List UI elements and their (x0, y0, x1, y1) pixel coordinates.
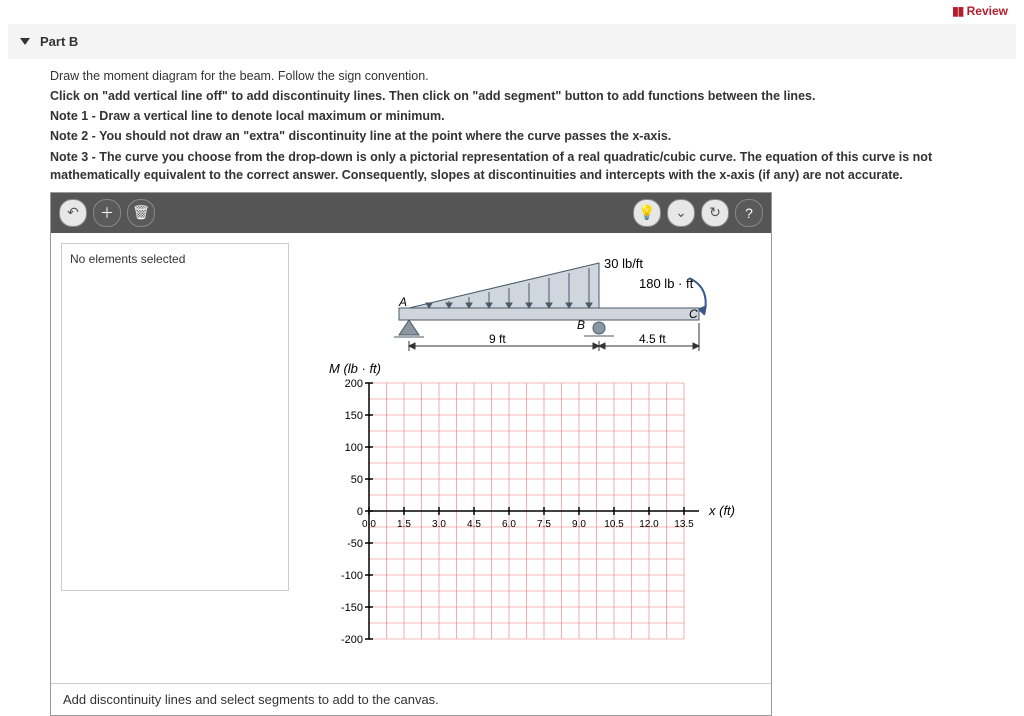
undo-button[interactable]: ↶ (59, 199, 87, 227)
svg-text:-200: -200 (341, 634, 363, 646)
label-a: A (398, 295, 407, 309)
selection-panel: No elements selected (61, 243, 289, 591)
svg-text:3.0: 3.0 (432, 519, 446, 530)
svg-text:4.5: 4.5 (467, 519, 481, 530)
delete-button[interactable]: 🗑 (127, 199, 155, 227)
span1-label: 9 ft (489, 332, 506, 346)
part-title: Part B (40, 34, 78, 49)
svg-text:150: 150 (345, 410, 363, 422)
svg-text:0.0: 0.0 (362, 519, 376, 530)
review-icon: ▮▮ (952, 4, 963, 18)
dropdown-button[interactable]: ⌄ (667, 199, 695, 227)
svg-text:7.5: 7.5 (537, 519, 551, 530)
part-header[interactable]: Part B (8, 24, 1016, 59)
collapse-icon (20, 38, 30, 45)
y-ticks: 200 150 100 50 0 -50 -100 -150 -200 (341, 378, 363, 646)
svg-text:13.5: 13.5 (674, 519, 694, 530)
svg-text:-150: -150 (341, 602, 363, 614)
span2-label: 4.5 ft (639, 332, 666, 346)
drawing-canvas: ↶ ＋ 🗑 💡 ⌄ ↻ ? No elements selected (50, 192, 772, 716)
svg-text:100: 100 (345, 442, 363, 454)
support-a (399, 320, 419, 335)
chart[interactable]: M (lb · ft) (329, 361, 735, 646)
selection-panel-text: No elements selected (70, 252, 185, 266)
svg-text:6.0: 6.0 (502, 519, 516, 530)
svg-text:9.0: 9.0 (572, 519, 586, 530)
load-triangle (409, 263, 599, 308)
y-axis-label: M (lb · ft) (329, 361, 381, 376)
hint-button[interactable]: 💡 (633, 199, 661, 227)
note-3: Note 3 - The curve you choose from the d… (50, 148, 1016, 184)
svg-text:-100: -100 (341, 570, 363, 582)
note-2: Note 2 - You should not draw an "extra" … (50, 127, 1016, 145)
plot-area[interactable]: 30 lb/ft 180 lb · ft A B C (299, 243, 761, 673)
label-c: C (689, 307, 698, 321)
load-label: 30 lb/ft (604, 256, 643, 271)
beam-bar (399, 308, 699, 320)
review-link[interactable]: ▮▮ Review (0, 0, 1024, 18)
x-axis-label: x (ft) (708, 503, 735, 518)
svg-text:1.5: 1.5 (397, 519, 411, 530)
note-1: Note 1 - Draw a vertical line to denote … (50, 107, 1016, 125)
canvas-hint: Add discontinuity lines and select segme… (51, 683, 771, 715)
instructions: Draw the moment diagram for the beam. Fo… (50, 67, 1016, 184)
review-label: Review (967, 4, 1008, 18)
svg-text:-50: -50 (347, 538, 363, 550)
moment-label: 180 lb · ft (639, 276, 694, 291)
svg-text:12.0: 12.0 (639, 519, 659, 530)
reset-button[interactable]: ↻ (701, 199, 729, 227)
svg-text:50: 50 (351, 474, 363, 486)
x-ticks: 0.0 1.5 3.0 4.5 6.0 7.5 9.0 10.5 12.0 13… (362, 519, 694, 530)
svg-text:200: 200 (345, 378, 363, 390)
svg-text:10.5: 10.5 (604, 519, 624, 530)
svg-text:0: 0 (357, 506, 363, 518)
support-b (593, 322, 605, 334)
instruction-lead: Draw the moment diagram for the beam. Fo… (50, 67, 1016, 85)
instruction-click: Click on "add vertical line off" to add … (50, 87, 1016, 105)
help-button[interactable]: ? (735, 199, 763, 227)
label-b: B (577, 318, 585, 332)
add-button[interactable]: ＋ (93, 199, 121, 227)
canvas-toolbar: ↶ ＋ 🗑 💡 ⌄ ↻ ? (51, 193, 771, 233)
plot-svg: 30 lb/ft 180 lb · ft A B C (299, 243, 759, 673)
